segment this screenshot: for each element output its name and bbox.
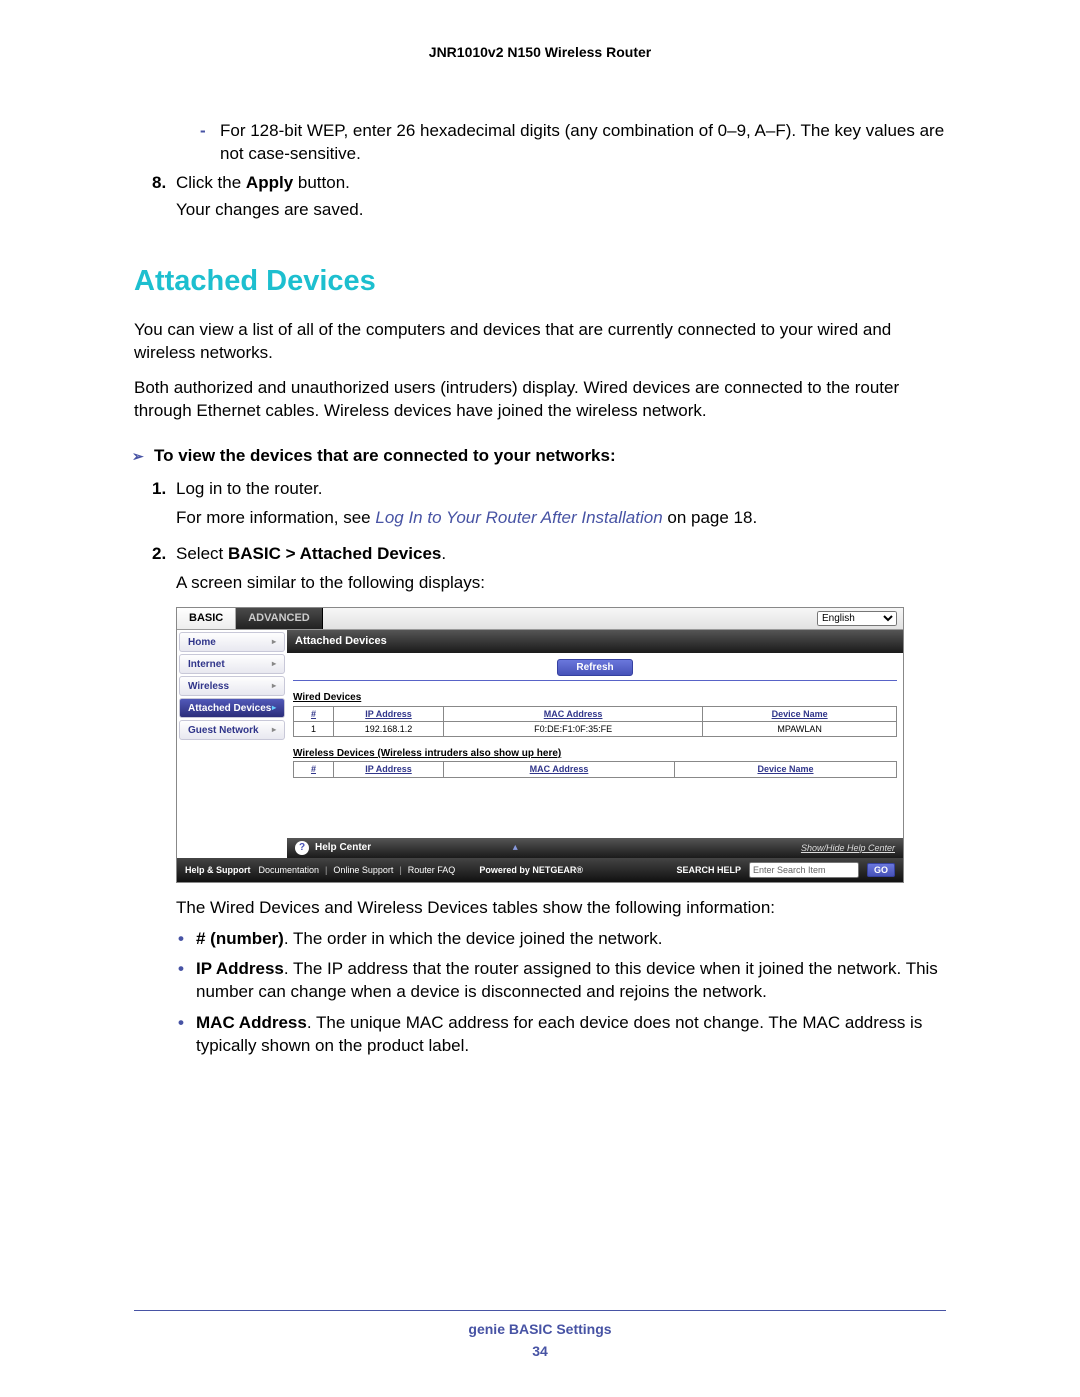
show-hide-help-link[interactable]: Show/Hide Help Center bbox=[801, 842, 895, 854]
step-8-result: Your changes are saved. bbox=[176, 199, 946, 222]
step-8-number: 8. bbox=[152, 172, 166, 195]
step-8: 8. Click the Apply button. bbox=[176, 172, 946, 195]
bullet-mac-term: MAC Address bbox=[196, 1013, 307, 1032]
chevron-right-icon: ▸ bbox=[272, 659, 276, 670]
chevron-right-icon: ▸ bbox=[272, 637, 276, 648]
bullet-ip-term: IP Address bbox=[196, 959, 284, 978]
search-help-input[interactable] bbox=[749, 862, 859, 878]
documentation-link[interactable]: Documentation bbox=[259, 864, 320, 876]
sidebar: Home ▸ Internet ▸ Wireless ▸ Attached Devic… bbox=[177, 630, 287, 857]
sidebar-item-label: Wireless bbox=[188, 680, 229, 694]
step-2-path: BASIC > Attached Devices bbox=[228, 544, 441, 563]
procedure-heading: To view the devices that are connected t… bbox=[154, 445, 946, 468]
router-faq-link[interactable]: Router FAQ bbox=[408, 864, 456, 876]
sidebar-item-label: Guest Network bbox=[188, 724, 259, 738]
wireless-devices-label: Wireless Devices (Wireless intruders als… bbox=[293, 747, 897, 761]
col-name: Device Name bbox=[703, 706, 897, 721]
cell-number: 1 bbox=[294, 721, 334, 736]
step-2-text-a: Select bbox=[176, 544, 228, 563]
chevron-up-icon[interactable]: ▴ bbox=[513, 841, 518, 855]
col-mac: MAC Address bbox=[444, 762, 675, 777]
table-header-row: # IP Address MAC Address Device Name bbox=[294, 706, 897, 721]
bullet-ip: IP Address. The IP address that the rout… bbox=[196, 958, 946, 1004]
sidebar-item-label: Internet bbox=[188, 658, 225, 672]
sidebar-item-home[interactable]: Home ▸ bbox=[179, 632, 285, 652]
step-2-text-c: . bbox=[441, 544, 446, 563]
table-description: The Wired Devices and Wireless Devices t… bbox=[176, 897, 946, 920]
router-screenshot: BASIC ADVANCED English Home ▸ Internet ▸ W… bbox=[176, 607, 904, 882]
sidebar-item-label: Attached Devices bbox=[188, 702, 271, 716]
step-1-text: Log in to the router. bbox=[176, 479, 323, 498]
language-select[interactable]: English bbox=[817, 611, 897, 626]
table-row: 1 192.168.1.2 F0:DE:F1:0F:35:FE MPAWLAN bbox=[294, 721, 897, 736]
step-2: 2. Select BASIC > Attached Devices. bbox=[176, 543, 946, 566]
chevron-right-icon: ▸ bbox=[272, 725, 276, 736]
search-help-label: SEARCH HELP bbox=[676, 864, 741, 876]
help-center-label: Help Center bbox=[315, 841, 371, 855]
table-header-row: # IP Address MAC Address Device Name bbox=[294, 762, 897, 777]
col-name: Device Name bbox=[675, 762, 897, 777]
login-link[interactable]: Log In to Your Router After Installation bbox=[375, 508, 662, 527]
tab-bar: BASIC ADVANCED English bbox=[177, 608, 903, 630]
step-2-result: A screen similar to the following displa… bbox=[176, 572, 946, 595]
col-number: # bbox=[294, 762, 334, 777]
sidebar-item-attached-devices[interactable]: Attached Devices▸ bbox=[179, 698, 285, 718]
wep-note: For 128-bit WEP, enter 26 hexadecimal di… bbox=[220, 120, 946, 166]
help-support-bar: Help & Support Documentation| Online Sup… bbox=[177, 858, 903, 882]
chevron-right-icon: ▸ bbox=[272, 681, 276, 692]
step-1-info-a: For more information, see bbox=[176, 508, 375, 527]
col-number: # bbox=[294, 706, 334, 721]
col-ip: IP Address bbox=[334, 762, 444, 777]
chevron-right-icon: ▸ bbox=[272, 703, 276, 714]
help-support-label: Help & Support bbox=[185, 864, 251, 876]
step-1-info: For more information, see Log In to Your… bbox=[176, 507, 946, 530]
tab-basic[interactable]: BASIC bbox=[177, 608, 236, 629]
step-8-text-c: button. bbox=[293, 173, 350, 192]
content-area: For 128-bit WEP, enter 26 hexadecimal di… bbox=[0, 60, 1080, 1058]
step-1-info-b: on page 18. bbox=[663, 508, 758, 527]
panel-title: Attached Devices bbox=[287, 630, 903, 653]
cell-ip: 192.168.1.2 bbox=[334, 721, 444, 736]
refresh-row: Refresh bbox=[293, 653, 897, 681]
sidebar-item-guest-network[interactable]: Guest Network ▸ bbox=[179, 720, 285, 740]
wireless-devices-table: # IP Address MAC Address Device Name bbox=[293, 761, 897, 777]
footer-page-number: 34 bbox=[0, 1343, 1080, 1359]
sidebar-item-internet[interactable]: Internet ▸ bbox=[179, 654, 285, 674]
section-p2: Both authorized and unauthorized users (… bbox=[134, 377, 946, 423]
section-heading: Attached Devices bbox=[134, 262, 946, 301]
footer-section: genie BASIC Settings bbox=[0, 1321, 1080, 1337]
step-1-number: 1. bbox=[152, 478, 166, 501]
sidebar-item-label: Home bbox=[188, 636, 216, 650]
language-selector[interactable]: English bbox=[817, 611, 897, 626]
step-2-number: 2. bbox=[152, 543, 166, 566]
help-icon: ? bbox=[295, 841, 309, 855]
cell-name: MPAWLAN bbox=[703, 721, 897, 736]
help-center-bar[interactable]: ? Help Center ▴ Show/Hide Help Center bbox=[287, 838, 903, 858]
footer-rule bbox=[134, 1310, 946, 1311]
bullet-number-term: # (number) bbox=[196, 929, 284, 948]
page-footer: genie BASIC Settings 34 bbox=[0, 1321, 1080, 1359]
refresh-button[interactable]: Refresh bbox=[557, 659, 632, 676]
bullet-number: # (number). The order in which the devic… bbox=[196, 928, 946, 951]
tab-advanced[interactable]: ADVANCED bbox=[236, 608, 323, 629]
col-ip: IP Address bbox=[334, 706, 444, 721]
bullet-number-desc: . The order in which the device joined t… bbox=[284, 929, 663, 948]
step-1: 1. Log in to the router. bbox=[176, 478, 946, 501]
sidebar-item-wireless[interactable]: Wireless ▸ bbox=[179, 676, 285, 696]
col-mac: MAC Address bbox=[444, 706, 703, 721]
cell-mac: F0:DE:F1:0F:35:FE bbox=[444, 721, 703, 736]
bullet-ip-desc: . The IP address that the router assigne… bbox=[196, 959, 938, 1001]
wired-devices-label: Wired Devices bbox=[293, 691, 897, 705]
main-panel: Attached Devices Refresh Wired Devices #… bbox=[287, 630, 903, 857]
section-p1: You can view a list of all of the comput… bbox=[134, 319, 946, 365]
online-support-link[interactable]: Online Support bbox=[333, 864, 393, 876]
go-button[interactable]: GO bbox=[867, 863, 895, 877]
bullet-mac: MAC Address. The unique MAC address for … bbox=[196, 1012, 946, 1058]
wired-devices-table: # IP Address MAC Address Device Name 1 1… bbox=[293, 706, 897, 737]
page-header: JNR1010v2 N150 Wireless Router bbox=[0, 0, 1080, 60]
step-8-text-a: Click the bbox=[176, 173, 246, 192]
wireless-devices-label-text: Wireless Devices (Wireless intruders als… bbox=[293, 748, 561, 759]
powered-by-label: Powered by NETGEAR® bbox=[479, 864, 583, 876]
step-8-apply: Apply bbox=[246, 173, 293, 192]
